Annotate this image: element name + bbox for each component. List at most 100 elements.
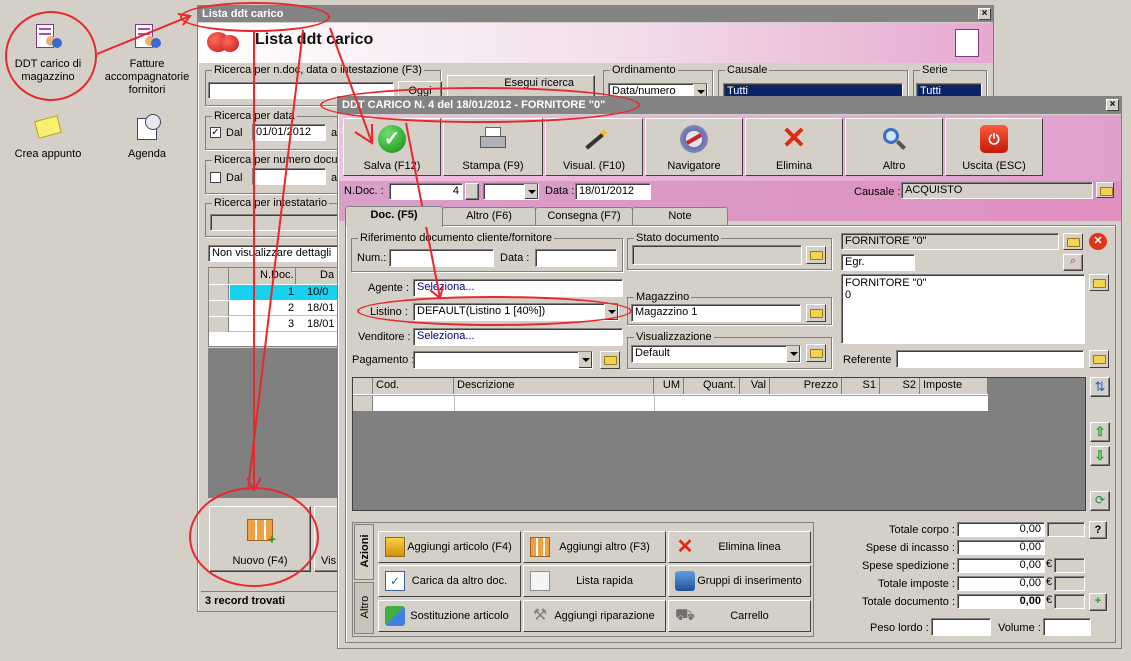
table-header-data[interactable]: Da (296, 268, 343, 284)
grid-header-s2[interactable]: S2 (880, 378, 920, 394)
title-input[interactable]: Egr. (841, 254, 915, 271)
volume-label: Volume : (998, 622, 1041, 634)
help-button[interactable]: ? (1089, 521, 1107, 539)
tab-note[interactable]: Note (632, 207, 728, 225)
table-row[interactable]: 1 10/0 (209, 285, 343, 300)
ndoc-input[interactable]: 4 (389, 183, 463, 200)
totale-documento-value: 0,00 (957, 594, 1045, 609)
dal-label: Dal (226, 127, 243, 139)
totale-zoom-icon[interactable]: + (1089, 593, 1107, 611)
serie-select[interactable] (483, 183, 539, 200)
causale-input[interactable]: ACQUISTO (901, 182, 1093, 199)
printer-icon (479, 125, 507, 153)
grid-header-um[interactable]: UM (654, 378, 684, 394)
ddt-window-close-button[interactable]: × (1106, 99, 1119, 111)
annotation-ring-listino (357, 296, 632, 326)
list-header-title: Lista ddt carico (255, 31, 374, 48)
carica-da-altro-doc-button[interactable]: ✓ Carica da altro doc. (378, 565, 521, 597)
gruppi-di-inserimento-button[interactable]: Gruppi di inserimento (668, 565, 811, 597)
pagamento-select[interactable] (413, 351, 593, 369)
move-up-icon[interactable]: ⇧ (1090, 422, 1110, 442)
dal-label: Dal (226, 172, 243, 184)
agenda-icon (131, 112, 163, 144)
delete-x-icon: ✕ (781, 122, 807, 155)
num-input[interactable] (389, 249, 494, 267)
fornitore-folder-icon[interactable] (1063, 233, 1083, 250)
grid-header-quant[interactable]: Quant. (684, 378, 740, 394)
wrench-icon: ⚒ (532, 607, 548, 624)
carrello-button[interactable]: ⛟ Carrello (668, 600, 811, 632)
ndoc-spin-button[interactable] (465, 183, 479, 200)
dal-checkbox[interactable]: ✓ (210, 127, 221, 138)
table-header-ndoc[interactable]: N.Doc. (257, 268, 296, 284)
visualizzazione-folder-icon[interactable] (806, 344, 826, 362)
details-select[interactable]: Non visualizzare dettagli (208, 245, 342, 262)
annotation-ring-desktop-icon (5, 11, 97, 101)
spese-spedizione-value[interactable]: 0,00 (957, 558, 1045, 573)
intestatario-input[interactable] (210, 214, 338, 231)
grid-swap-icon[interactable]: ⇅ (1090, 377, 1110, 397)
grid-header-s1[interactable]: S1 (842, 378, 880, 394)
uscita-button[interactable]: ⏻ Uscita (ESC) (945, 118, 1043, 176)
magazzino-folder-icon[interactable] (806, 304, 826, 322)
address-folder-icon[interactable] (1089, 274, 1109, 291)
tab-consegna[interactable]: Consegna (F7) (535, 207, 633, 225)
move-down-icon[interactable]: ⇩ (1090, 446, 1110, 466)
ndoc-label: N.Doc. : (344, 185, 384, 197)
tab-doc[interactable]: Doc. (F5) (345, 206, 443, 227)
salva-button[interactable]: ✓ Salva (F12) (343, 118, 441, 176)
causale-folder-icon[interactable] (1096, 182, 1114, 198)
list-window-close-button[interactable]: × (978, 8, 991, 20)
add-grid-icon (530, 537, 550, 557)
aggiungi-riparazione-button[interactable]: ⚒ Aggiungi riparazione (523, 600, 666, 632)
agente-input[interactable]: Seleziona... (413, 279, 623, 297)
address-textarea[interactable]: FORNITORE "0" 0 (841, 274, 1085, 344)
navigatore-button[interactable]: Navigatore (645, 118, 743, 176)
address-search-icon[interactable]: ⌕ (1063, 254, 1083, 271)
grid-header-val[interactable]: Val (740, 378, 770, 394)
stato-folder-icon[interactable] (806, 246, 826, 264)
desktop-icon-agenda[interactable]: Agenda (102, 112, 192, 161)
add-box-icon (385, 537, 405, 557)
lista-rapida-button[interactable]: Lista rapida (523, 565, 666, 597)
grid-header-prezzo[interactable]: Prezzo (770, 378, 842, 394)
visualizzazione-select[interactable]: Default (631, 345, 801, 363)
peso-lordo-input[interactable] (931, 618, 991, 636)
grid-header-imposte[interactable]: Imposte (920, 378, 988, 394)
invoice-icon (131, 22, 163, 54)
dal-date-input[interactable]: 01/01/2012 (252, 124, 326, 141)
desktop-icon-crea-appunto[interactable]: Crea appunto (3, 112, 93, 161)
visual-button[interactable]: ✦ Visual. (F10) (545, 118, 643, 176)
dal-numero-checkbox[interactable] (210, 172, 221, 183)
side-tab-azioni[interactable]: Azioni (354, 524, 374, 580)
fornitore-name-input[interactable]: FORNITORE "0" (841, 233, 1059, 250)
elimina-button[interactable]: ✕ Elimina (745, 118, 843, 176)
aggiungi-altro-button[interactable]: Aggiungi altro (F3) (523, 531, 666, 563)
aggiungi-articolo-button[interactable]: Aggiungi articolo (F4) (378, 531, 521, 563)
table-row[interactable] (353, 395, 988, 411)
stampa-button[interactable]: Stampa (F9) (443, 118, 543, 176)
stato-documento-input[interactable] (632, 245, 802, 265)
desktop-icon-fatture[interactable]: Fatture accompagnatorie fornitori (102, 22, 192, 97)
data-rif-input[interactable] (535, 249, 617, 267)
elimina-linea-button[interactable]: ✕ Elimina linea (668, 531, 811, 563)
refresh-icon[interactable]: ⟳ (1090, 491, 1110, 511)
data-input[interactable]: 18/01/2012 (575, 183, 651, 200)
venditore-input[interactable]: Seleziona... (413, 328, 623, 346)
volume-input[interactable] (1043, 618, 1091, 636)
side-tab-altro[interactable]: Altro (354, 582, 374, 634)
pagamento-folder-icon[interactable] (600, 351, 620, 369)
grid-header-cod[interactable]: Cod. (373, 378, 454, 394)
table-row[interactable]: 2 18/01 (209, 301, 343, 316)
referente-input[interactable] (896, 350, 1084, 368)
table-row[interactable]: 3 18/01 (209, 317, 343, 332)
altro-button[interactable]: Altro (845, 118, 943, 176)
referente-folder-icon[interactable] (1089, 350, 1109, 368)
totale-imposte-value: 0,00 (957, 576, 1045, 591)
sostituzione-articolo-button[interactable]: Sostituzione articolo (378, 600, 521, 632)
dal-numero-input[interactable] (252, 168, 326, 185)
tab-altro[interactable]: Altro (F6) (442, 207, 536, 225)
grid-header-descrizione[interactable]: Descrizione (454, 378, 654, 394)
fornitore-clear-icon[interactable]: ✕ (1089, 233, 1107, 250)
magazzino-input[interactable]: Magazzino 1 (631, 304, 801, 322)
